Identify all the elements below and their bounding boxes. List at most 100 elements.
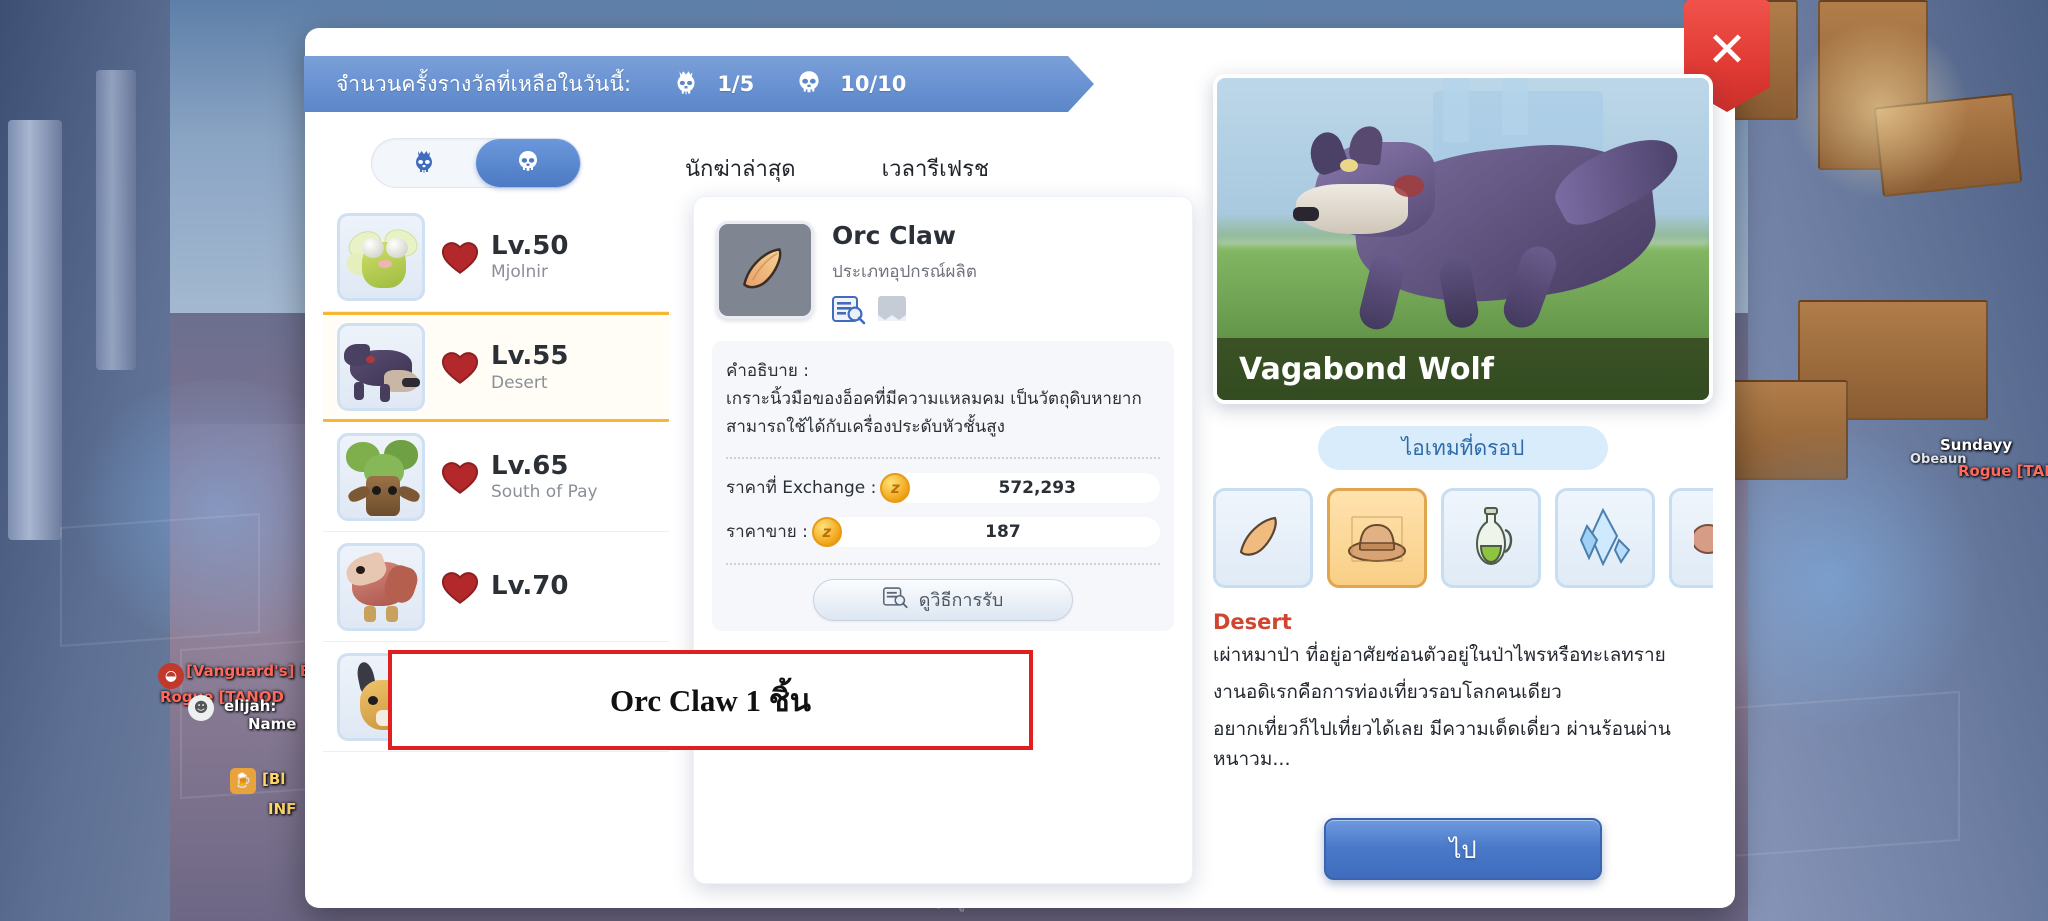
- header-title: จำนวนครั้งรางวัลที่เหลือในวันนี้:: [336, 71, 632, 96]
- wolf-wound: [1394, 174, 1425, 197]
- floor-tile: [60, 513, 260, 647]
- lantern-glow: [1790, 20, 1970, 200]
- world-chat-name: Name: [248, 715, 297, 733]
- item-body: คำอธิบาย : เกราะนิ้วมือของอ็อคที่มีความแ…: [712, 341, 1174, 631]
- monster-info: Lv.70: [491, 570, 568, 603]
- monster-row-3[interactable]: Lv.70: [323, 532, 669, 642]
- monster-name: Vagabond Wolf: [1239, 351, 1494, 387]
- monster-list[interactable]: Lv.50 Mjolnir Lv.55 Desert Lv.65 South o…: [323, 202, 669, 886]
- player-avatar-icon: ☻: [188, 695, 214, 721]
- monster-desc-line-1: เผ่าหมาป่า ที่อยู่อาศัยซ่อนตัวอยู่ในป่าไ…: [1213, 644, 1666, 666]
- pillar-left: [8, 120, 62, 540]
- item-desc-line-1: เกราะนิ้วมือของอ็อคที่มีความแหลมคม เป็นว…: [726, 389, 1142, 409]
- sell-price-label: ราคาขาย :: [726, 522, 808, 543]
- go-button[interactable]: ไป: [1324, 818, 1602, 880]
- monster-location-label: Desert: [1213, 610, 1292, 634]
- monster-description: Desert เผ่าหมาป่า ที่อยู่อาศัยซ่อนตัวอยู…: [1213, 610, 1713, 775]
- monster-thumbnail: [337, 542, 425, 631]
- item-type: ประเภทอุปกรณ์ผลิต: [832, 262, 977, 282]
- item-header: Orc Claw ประเภทอุปกรณ์ผลิต: [694, 197, 1192, 341]
- favorite-heart-icon[interactable]: [439, 566, 481, 608]
- item-header-text: Orc Claw ประเภทอุปกรณ์ผลิต: [832, 221, 977, 325]
- close-icon: ✕: [1706, 22, 1748, 78]
- boss-reward-dialog: จำนวนครั้งรางวัลที่เหลือในวันนี้: 1/5 10…: [304, 0, 1770, 908]
- item-desc-label: คำอธิบาย :: [726, 361, 809, 381]
- item-info-icon[interactable]: [832, 295, 866, 325]
- sell-price-row: ราคาขาย : z 187: [726, 516, 1160, 547]
- zeny-coin-icon: z: [880, 472, 911, 503]
- floor-tile: [1700, 690, 1960, 860]
- how-to-obtain-label: ดูวิธีการรับ: [918, 590, 1004, 612]
- monster-location: Desert: [491, 372, 548, 393]
- castle-tower: [1502, 78, 1529, 135]
- monster-info: Lv.55 Desert: [491, 340, 568, 394]
- monster-thumbnail: [337, 432, 425, 521]
- wolf-nose: [1293, 206, 1320, 221]
- boss-type-toggle[interactable]: [371, 138, 581, 188]
- monster-list-panel: Lv.50 Mjolnir Lv.55 Desert Lv.65 South o…: [323, 120, 669, 886]
- monster-desc-line-3: อยากเที่ยวก็ไปเที่ยวได้เลย มีความเด็ดเดี…: [1213, 717, 1671, 771]
- monster-thumbnail: [337, 323, 425, 411]
- monster-name-bar: Vagabond Wolf: [1217, 338, 1709, 400]
- crowned-skull-icon: [669, 67, 703, 101]
- favorite-heart-icon[interactable]: [439, 346, 481, 388]
- drop-slot-partial[interactable]: [1669, 488, 1713, 588]
- item-name: Orc Claw: [832, 221, 956, 250]
- pillar-left-2: [96, 70, 136, 370]
- monster-level: Lv.50: [491, 230, 569, 261]
- world-chat-name: [Vanguard's] B: [186, 662, 312, 680]
- annotation-tooltip: Orc Claw 1 ชิ้น: [388, 650, 1033, 750]
- toggle-mvp[interactable]: [372, 139, 476, 187]
- monster-location: South of Pay: [491, 482, 598, 503]
- how-to-obtain-icon: [882, 586, 909, 614]
- sell-price-value: 187: [827, 516, 1160, 547]
- toggle-miniboss[interactable]: [476, 139, 580, 187]
- tab-latest-killer[interactable]: นักฆ่าล่าสุด: [685, 151, 796, 186]
- zeny-coin-icon: z: [811, 516, 842, 547]
- item-icon: [716, 221, 814, 319]
- monster-location: Mjolnir: [491, 262, 549, 283]
- exchange-price-value: 572,293: [896, 472, 1160, 503]
- skull-icon: [792, 67, 826, 101]
- monster-info: Lv.50 Mjolnir: [491, 230, 568, 284]
- monster-row-0[interactable]: Lv.50 Mjolnir: [323, 202, 669, 312]
- favorite-heart-icon[interactable]: [439, 456, 481, 498]
- annotation-text: Orc Claw 1 ชิ้น: [610, 683, 811, 718]
- wolf-eye: [1340, 158, 1358, 172]
- mvp-count: 1/5: [717, 72, 755, 96]
- drop-slot-blue-crystal[interactable]: [1555, 488, 1655, 588]
- go-button-label: ไป: [1449, 835, 1477, 864]
- tab-refresh-time[interactable]: เวลารีเฟรช: [882, 151, 989, 186]
- item-detail-popup: Orc Claw ประเภทอุปกรณ์ผลิต คำอธิบาย: เก…: [693, 196, 1193, 884]
- tab-bar[interactable]: นักฆ่าล่าสุด เวลารีเฟรช: [685, 146, 1165, 190]
- monster-thumbnail: [337, 212, 425, 301]
- drop-slot-green-potion[interactable]: [1441, 488, 1541, 588]
- monster-level: Lv.55: [491, 341, 569, 372]
- monster-info: Lv.65 South of Pay: [491, 450, 598, 504]
- how-to-obtain-button[interactable]: ดูวิธีการรับ: [813, 578, 1073, 621]
- miniboss-count: 10/10: [840, 72, 907, 96]
- world-chat-name: elijah:: [224, 697, 277, 715]
- exchange-price-label: ราคาที่ Exchange :: [726, 478, 877, 499]
- monster-row-1[interactable]: Lv.55 Desert: [323, 312, 669, 422]
- divider: [726, 456, 1160, 459]
- header-stat-mvp: 1/5: [669, 67, 754, 101]
- divider: [726, 562, 1160, 565]
- world-chat-name: [Bl: [262, 770, 286, 788]
- header-stat-miniboss: 10/10: [792, 67, 906, 101]
- monster-row-2[interactable]: Lv.65 South of Pay: [323, 422, 669, 532]
- drops-label-text: ไอเทมที่ดรอป: [1401, 435, 1525, 460]
- item-badges: [832, 295, 977, 325]
- castle-tower: [1443, 78, 1470, 142]
- drop-items-row[interactable]: [1213, 488, 1713, 588]
- dialog-header: จำนวนครั้งรางวัลที่เหลือในวันนี้: 1/5 10…: [304, 56, 1094, 112]
- drop-slot-brown-hat[interactable]: [1327, 488, 1427, 588]
- world-chat-name: INF: [268, 800, 297, 818]
- drop-slot-orc-claw[interactable]: [1213, 488, 1313, 588]
- monster-desc-line-2: งานอดิเรกคือการท่องเที่ยวรอบโลกคนเดียว: [1213, 680, 1562, 703]
- monster-level: Lv.70: [491, 571, 569, 602]
- item-slot-icon[interactable]: [876, 295, 910, 325]
- item-desc-line-2: สามารถใช้ได้กับเครื่องประดับหัวชั้นสูง: [726, 417, 1005, 438]
- favorite-heart-icon[interactable]: [439, 236, 481, 278]
- guild-chat-icon: ◒: [158, 663, 184, 689]
